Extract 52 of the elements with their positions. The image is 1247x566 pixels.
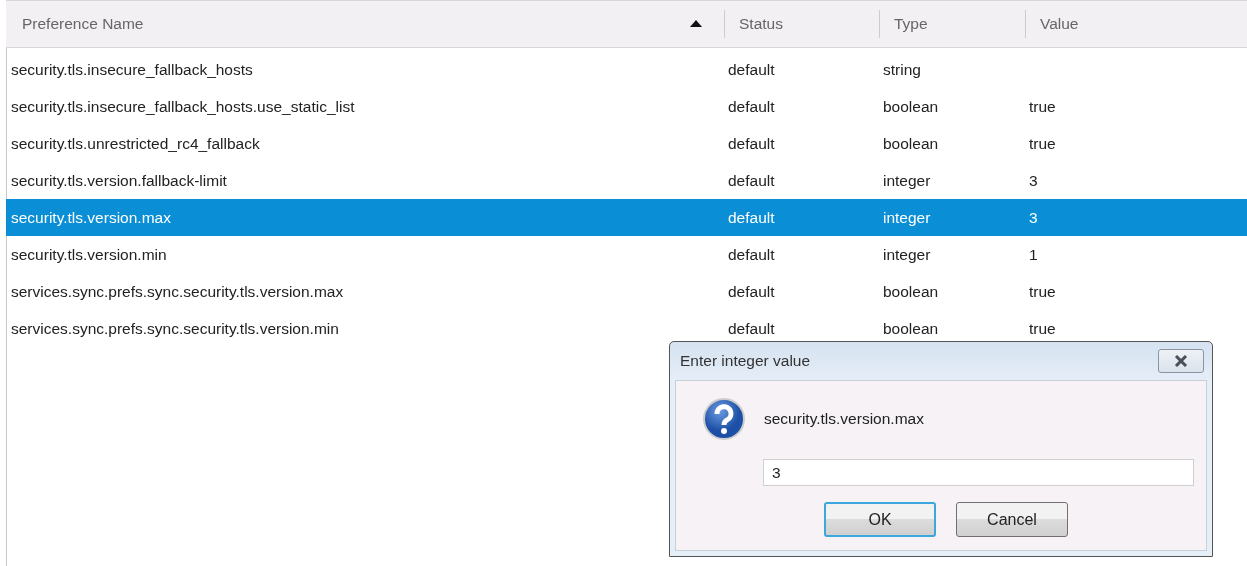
sort-arrow-icon [690,20,702,27]
table-cell-text: boolean [882,134,940,153]
value-field[interactable]: 3 [763,459,1194,486]
table-cell-text: 3 [1028,208,1039,227]
dialog-button[interactable]: Cancel [956,502,1068,537]
table-cell-text: boolean [882,282,940,301]
table-row[interactable]: security.tls.unrestricted_rc4_fallback default boolean true [6,125,1247,162]
table-cell-text: integer [882,171,932,190]
table-cell-text: string [882,60,922,79]
table-cell-text: true [1028,97,1057,116]
close-button[interactable] [1158,349,1204,373]
table-cell-text: security.tls.insecure_fallback_hosts [10,60,254,79]
table-cell-text: security.tls.version.max [10,208,172,227]
table-cell-text: default [727,282,776,301]
table-row[interactable]: services.sync.prefs.sync.security.tls.version.max default boolean true [6,273,1247,310]
table-cell-text: security.tls.insecure_fallback_hosts.use_static_list [10,97,356,116]
table-row[interactable]: services.sync.prefs.sync.security.tls.version.min default boolean true [6,310,1247,347]
table-cell-text: services.sync.prefs.sync.security.tls.version.max [10,282,345,301]
table-row[interactable]: security.tls.insecure_fallback_hosts default string [6,51,1247,88]
dialog-message: security.tls.version.max [764,410,924,428]
table-cell-text: true [1028,282,1057,301]
close-icon [1173,355,1189,367]
table-cell-text: default [727,134,776,153]
table-cell-text: 3 [1028,171,1039,190]
table-cell-text: default [727,245,776,264]
table-cell-text: default [727,208,776,227]
table-row[interactable]: security.tls.insecure_fallback_hosts.use_static_list default boolean true [6,88,1247,125]
table-cell-text: security.tls.unrestricted_rc4_fallback [10,134,261,153]
table-row[interactable]: security.tls.version.fallback-limit default integer 3 [6,162,1247,199]
table-cell-text: default [727,171,776,190]
column-header[interactable]: Preference Name [6,1,724,47]
table-cell-text: services.sync.prefs.sync.security.tls.version.min [10,319,340,338]
table-cell-text: default [727,60,776,79]
table-cell-text: 1 [1028,245,1039,264]
table-row[interactable]: security.tls.version.max default integer 3 [6,199,1247,236]
table-cell-text: default [727,319,776,338]
table-cell-text: boolean [882,97,940,116]
table-row[interactable]: security.tls.version.min default integer 1 [6,236,1247,273]
table-cell-text: security.tls.version.min [10,245,168,264]
column-header[interactable]: Type [879,1,1025,47]
table-cell-text: true [1028,134,1057,153]
table-cell-text: security.tls.version.fallback-limit [10,171,228,190]
table-cell-text: boolean [882,319,940,338]
dialog-button[interactable]: OK [824,502,936,537]
dialog-title: Enter integer value [680,352,811,370]
column-header[interactable]: Value [1025,1,1247,47]
table-cell-text: true [1028,319,1057,338]
question-icon [702,397,746,441]
table-cell-text: integer [882,208,932,227]
column-header[interactable]: Status [724,1,879,47]
table-cell-text: integer [882,245,932,264]
table-cell-text: default [727,97,776,116]
